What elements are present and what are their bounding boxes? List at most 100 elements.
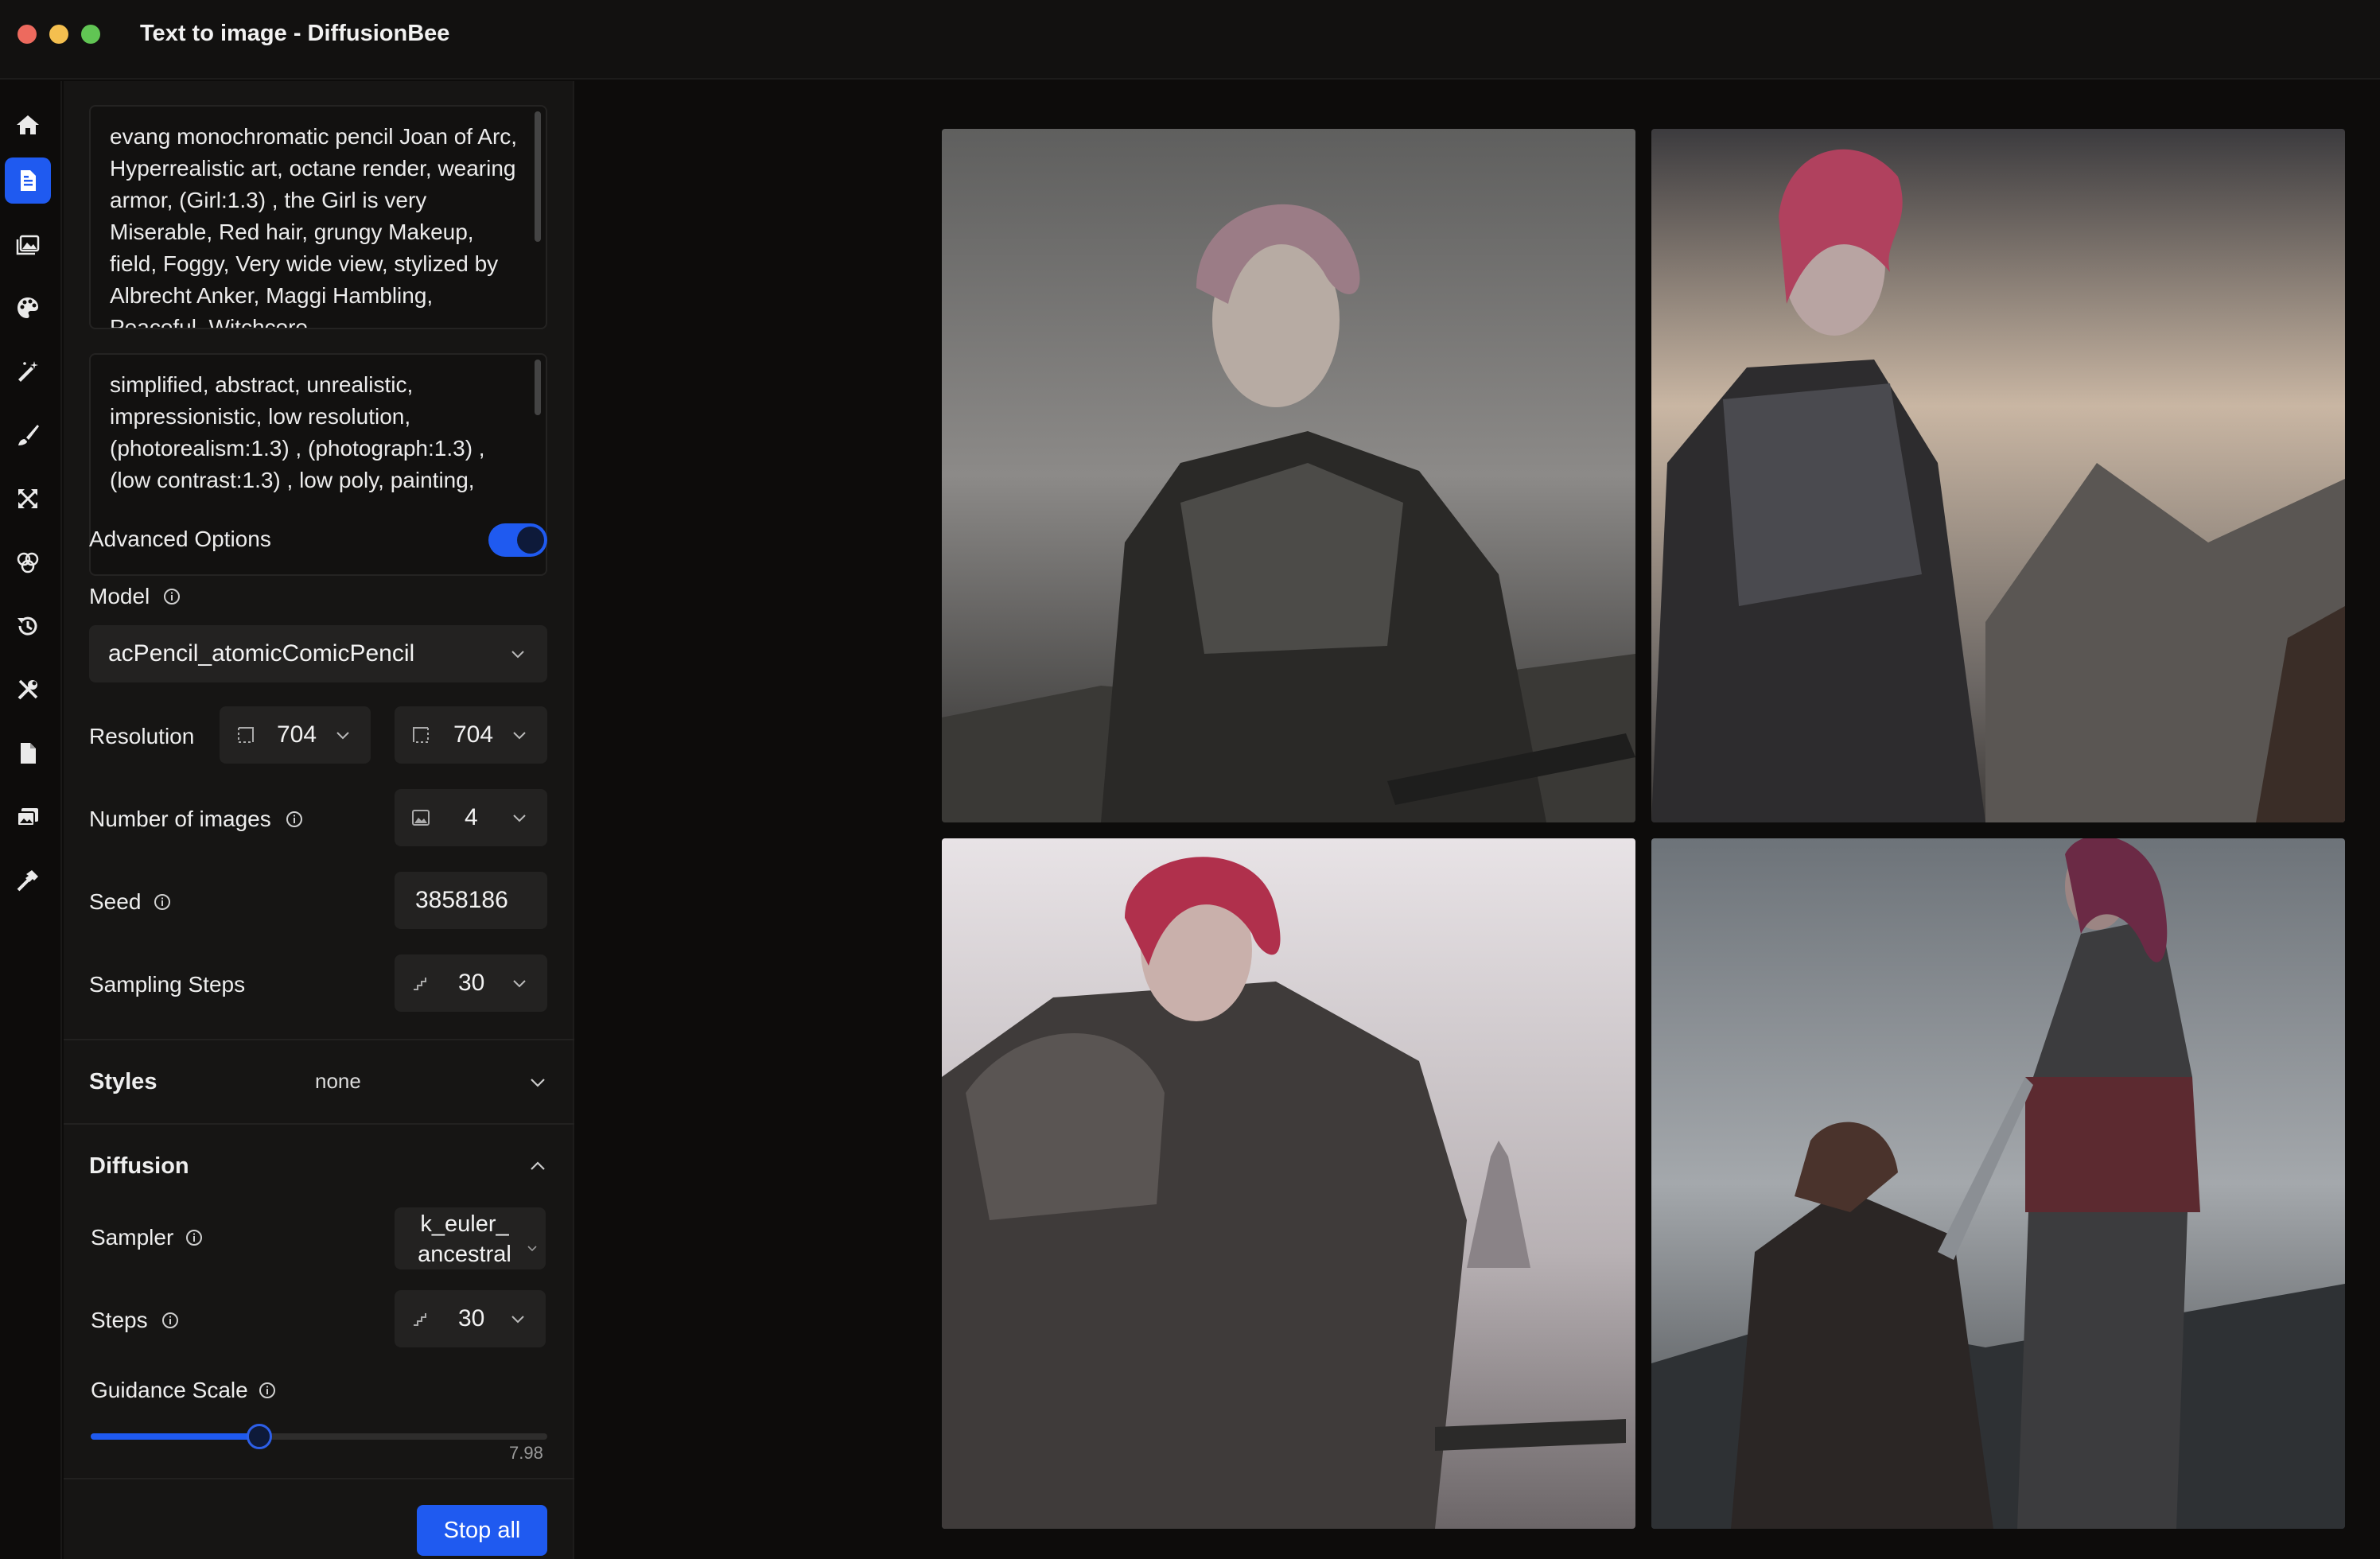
seed-label: Seed bbox=[89, 889, 142, 914]
chevron-down-icon bbox=[511, 1316, 524, 1324]
title-bar: Text to image - DiffusionBee bbox=[0, 0, 2380, 80]
chevron-down-icon bbox=[336, 732, 349, 740]
steps-icon bbox=[414, 1313, 426, 1326]
tools-icon bbox=[18, 679, 38, 700]
nav-text-to-image[interactable] bbox=[5, 157, 51, 204]
divider bbox=[64, 1123, 574, 1125]
prompt-input[interactable]: evang monochromatic pencil Joan of Arc, … bbox=[89, 105, 547, 329]
chevron-down-icon bbox=[513, 980, 526, 988]
hammer-icon bbox=[17, 870, 38, 892]
sampling-steps-value: 30 bbox=[458, 970, 485, 996]
info-icon[interactable] bbox=[153, 892, 172, 912]
sampler-label: Sampler bbox=[91, 1225, 174, 1250]
image-to-image-icon bbox=[16, 235, 40, 255]
advanced-options-label: Advanced Options bbox=[89, 527, 271, 551]
seed-value[interactable]: 3858186 bbox=[415, 887, 527, 914]
nav-inpaint[interactable] bbox=[5, 348, 51, 395]
model-select[interactable]: acPencil_atomicComicPencil bbox=[89, 625, 547, 682]
chevron-down-icon bbox=[513, 814, 526, 822]
nav-models[interactable] bbox=[5, 539, 51, 585]
width-value: 704 bbox=[277, 721, 317, 748]
height-select[interactable]: 704 bbox=[395, 706, 547, 764]
guidance-scale-slider[interactable] bbox=[91, 1424, 547, 1449]
number-of-images-value: 4 bbox=[465, 804, 478, 830]
divider bbox=[64, 1039, 574, 1040]
guidance-scale-label: Guidance Scale bbox=[91, 1378, 248, 1402]
navigation-rail bbox=[0, 81, 62, 1559]
prompt-scrollbar[interactable] bbox=[535, 111, 541, 242]
width-select[interactable]: 704 bbox=[220, 706, 371, 764]
number-of-images-select[interactable]: 4 bbox=[395, 789, 547, 846]
generated-image-3 bbox=[942, 838, 1635, 1529]
chevron-down-icon bbox=[527, 1246, 537, 1252]
divider bbox=[64, 1478, 574, 1479]
nav-training[interactable] bbox=[5, 857, 51, 904]
steps-select[interactable]: 30 bbox=[395, 1290, 546, 1347]
styles-label: Styles bbox=[89, 1069, 158, 1094]
image-icon bbox=[412, 810, 430, 826]
nav-styles[interactable] bbox=[5, 285, 51, 331]
info-icon[interactable] bbox=[162, 587, 181, 606]
generated-image[interactable] bbox=[1651, 838, 2345, 1529]
info-icon[interactable] bbox=[161, 1311, 180, 1330]
nav-home[interactable] bbox=[5, 102, 51, 148]
generated-image-2 bbox=[1651, 129, 2345, 822]
generated-image[interactable] bbox=[942, 129, 1635, 822]
document-icon bbox=[21, 743, 36, 764]
sampler-value-line2: ancestral bbox=[418, 1242, 511, 1267]
brush-icon bbox=[18, 425, 39, 445]
guidance-scale-value: 7.98 bbox=[509, 1443, 543, 1463]
control-panel: evang monochromatic pencil Joan of Arc, … bbox=[64, 81, 574, 1559]
height-value: 704 bbox=[453, 721, 494, 748]
palette-icon bbox=[18, 297, 38, 318]
home-icon bbox=[17, 115, 39, 134]
window-minimize-button[interactable] bbox=[49, 25, 68, 44]
stop-all-button[interactable]: Stop all bbox=[417, 1505, 547, 1556]
generated-image-1 bbox=[942, 129, 1635, 822]
diffusion-section-label[interactable]: Diffusion bbox=[89, 1153, 189, 1180]
generated-image[interactable] bbox=[1651, 129, 2345, 822]
styles-value: none bbox=[315, 1069, 361, 1093]
nav-outpaint[interactable] bbox=[5, 412, 51, 458]
nav-documents[interactable] bbox=[5, 730, 51, 776]
generated-image-4 bbox=[1651, 838, 2345, 1529]
guidance-scale-fill bbox=[91, 1433, 259, 1440]
number-of-images-label: Number of images bbox=[89, 807, 271, 831]
upscale-icon bbox=[18, 489, 37, 508]
window-maximize-button[interactable] bbox=[81, 25, 100, 44]
width-icon bbox=[238, 727, 254, 743]
sampling-steps-select[interactable]: 30 bbox=[395, 954, 547, 1012]
generated-image[interactable] bbox=[942, 838, 1635, 1529]
chevron-up-icon[interactable] bbox=[528, 1157, 547, 1176]
steps-value: 30 bbox=[458, 1305, 485, 1332]
guidance-scale-thumb[interactable] bbox=[247, 1424, 272, 1449]
nav-gallery[interactable] bbox=[5, 794, 51, 840]
info-icon[interactable] bbox=[285, 810, 304, 829]
gallery-icon bbox=[17, 808, 38, 826]
styles-select[interactable]: none bbox=[315, 1061, 547, 1102]
chevron-down-icon bbox=[511, 651, 524, 659]
nav-tools[interactable] bbox=[5, 667, 51, 713]
seed-input[interactable]: 3858186 bbox=[395, 872, 547, 929]
sampling-steps-label: Sampling Steps bbox=[89, 972, 246, 997]
nav-upscale[interactable] bbox=[5, 476, 51, 522]
prompt-text[interactable]: evang monochromatic pencil Joan of Arc, … bbox=[110, 121, 519, 328]
history-icon bbox=[18, 616, 37, 636]
advanced-options-toggle[interactable] bbox=[488, 523, 547, 557]
model-label: Model bbox=[89, 584, 150, 608]
model-value: acPencil_atomicComicPencil bbox=[108, 640, 415, 667]
text-to-image-icon bbox=[21, 170, 36, 191]
info-icon[interactable] bbox=[185, 1228, 204, 1247]
window-close-button[interactable] bbox=[18, 25, 37, 44]
steps-label: Steps bbox=[91, 1308, 148, 1332]
negative-prompt-scrollbar[interactable] bbox=[535, 360, 541, 415]
negative-prompt-text[interactable]: simplified, abstract, unrealistic, impre… bbox=[110, 369, 519, 496]
sampler-select[interactable]: k_euler_ ancestral bbox=[395, 1207, 546, 1269]
chevron-down-icon bbox=[513, 732, 526, 740]
resolution-label: Resolution bbox=[89, 724, 195, 748]
info-icon[interactable] bbox=[258, 1381, 277, 1400]
nav-image-to-image[interactable] bbox=[5, 221, 51, 267]
nav-history[interactable] bbox=[5, 603, 51, 649]
mix-icon bbox=[17, 552, 39, 573]
magic-wand-icon bbox=[18, 361, 38, 382]
